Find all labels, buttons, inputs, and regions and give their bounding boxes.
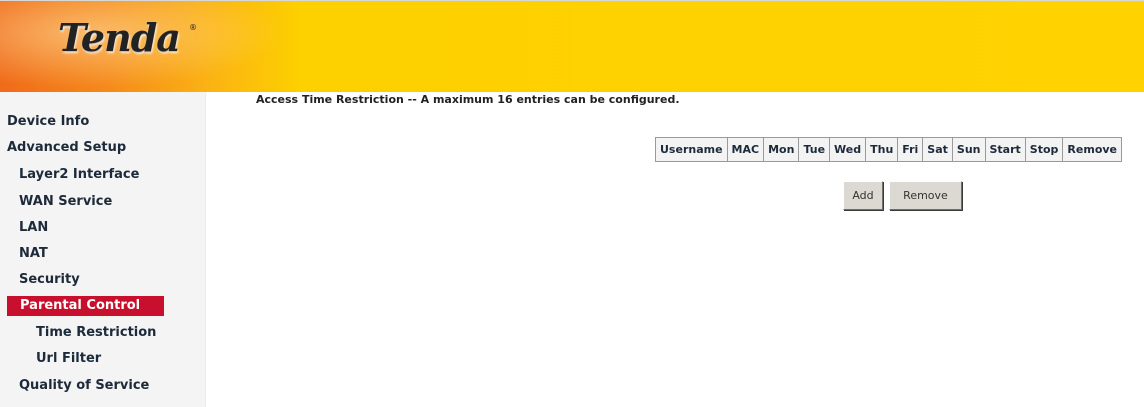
add-button[interactable]: Add [843,181,883,210]
sidebar-item-time-restriction[interactable]: Time Restriction [36,323,156,343]
sidebar-item-device-info[interactable]: Device Info [7,112,89,132]
tenda-logo: Tenda [58,15,181,60]
sidebar-nav: Device Info Advanced Setup Layer2 Interf… [0,92,206,407]
sidebar-item-nat[interactable]: NAT [19,244,48,264]
sidebar-item-lan[interactable]: LAN [19,218,48,238]
column-header-thu: Thu [865,137,899,162]
column-header-username: Username [655,137,728,162]
column-header-wed: Wed [829,137,867,162]
column-header-sun: Sun [951,137,986,162]
column-header-tue: Tue [798,137,831,162]
sidebar-item-parental-control[interactable]: Parental Control [7,296,164,316]
table-header-row: Username MAC Mon Tue Wed Thu Fri Sat Sun… [655,137,1123,162]
sidebar-item-layer2-interface[interactable]: Layer2 Interface [19,165,139,185]
column-header-mon: Mon [763,137,800,162]
sidebar-item-advanced-setup[interactable]: Advanced Setup [7,138,126,158]
column-header-start: Start [984,137,1026,162]
time-restriction-table: Username MAC Mon Tue Wed Thu Fri Sat Sun… [655,137,1123,162]
sidebar-item-url-filter[interactable]: Url Filter [36,349,101,369]
column-header-fri: Fri [897,137,924,162]
sidebar-item-wan-service[interactable]: WAN Service [19,192,112,212]
column-header-sat: Sat [922,137,953,162]
sidebar-item-quality-of-service[interactable]: Quality of Service [19,376,149,396]
column-header-mac: MAC [726,137,765,162]
registered-mark: ® [189,23,197,32]
column-header-stop: Stop [1024,137,1064,162]
sidebar-item-security[interactable]: Security [19,270,80,290]
remove-button[interactable]: Remove [889,181,962,210]
header-banner: Tenda ® [0,0,1144,93]
column-header-remove: Remove [1062,137,1123,162]
page-heading: Access Time Restriction -- A maximum 16 … [256,93,680,106]
